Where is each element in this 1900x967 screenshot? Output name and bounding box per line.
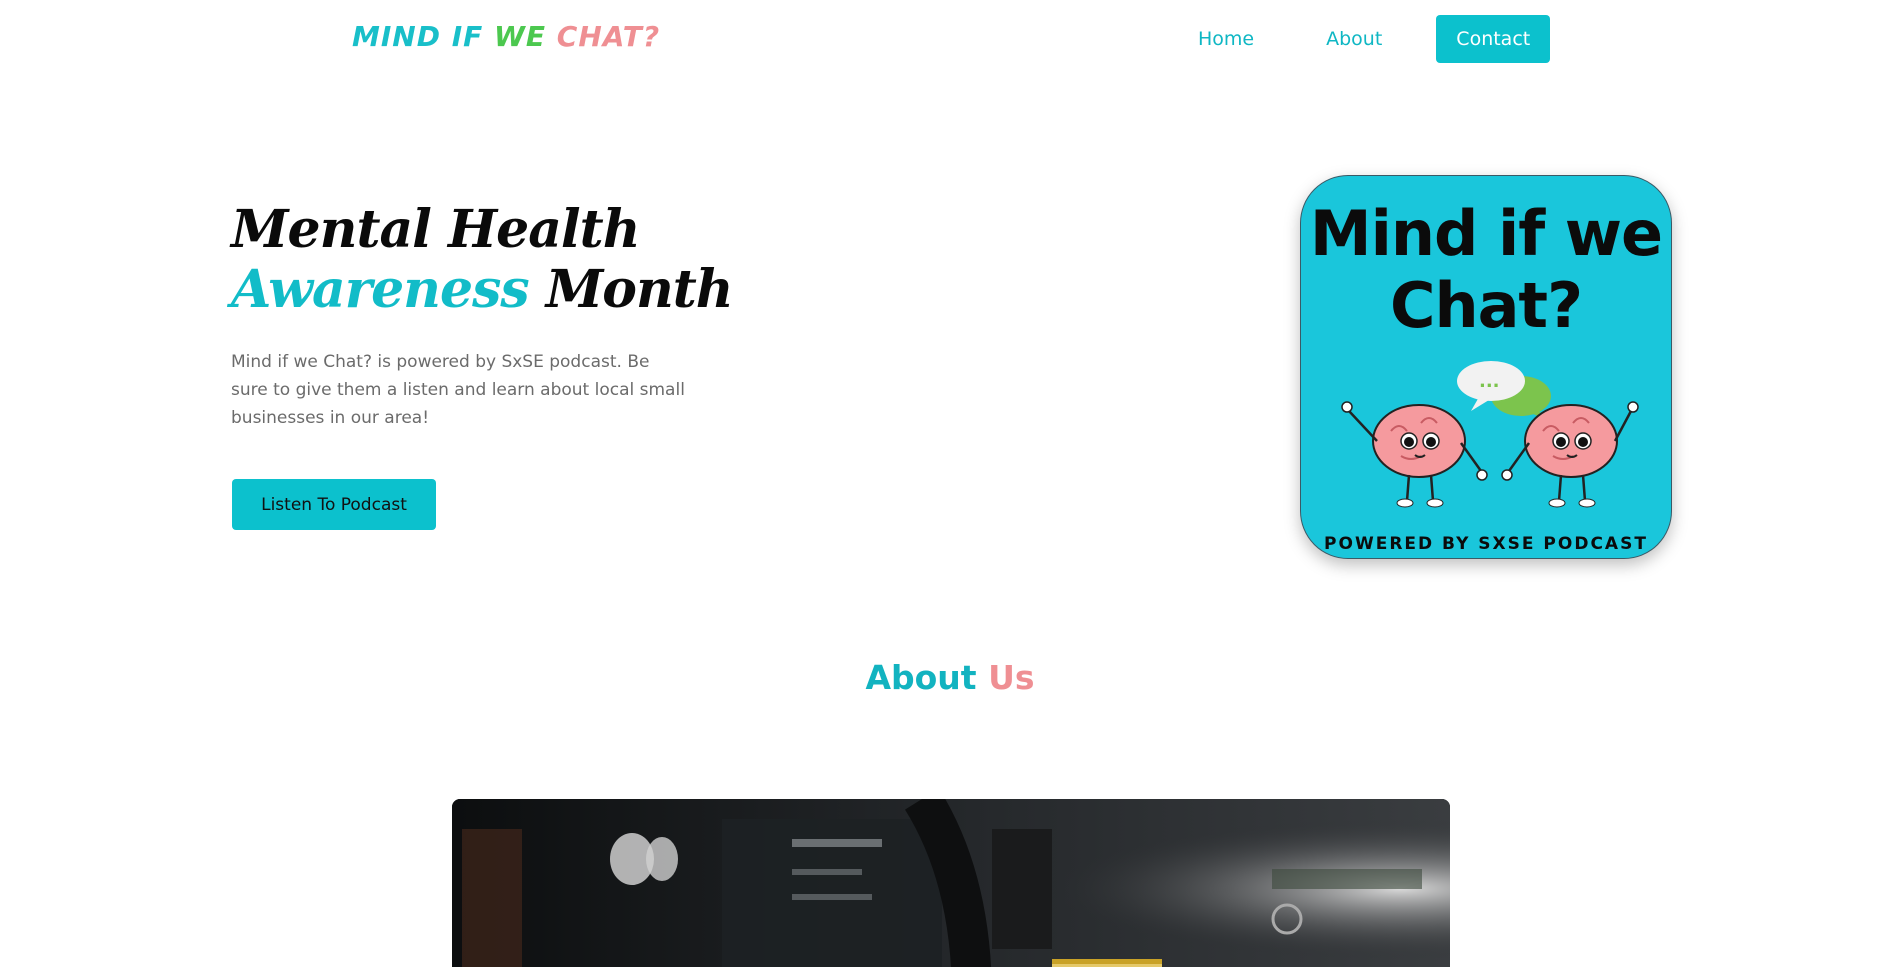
nav-about-link[interactable]: About [1308, 16, 1400, 62]
logo-part-3: CHAT? [556, 20, 661, 53]
hero-description: Mind if we Chat? is powered by SxSE podc… [231, 352, 685, 428]
hero-title-accent: Awareness [231, 259, 530, 320]
site-logo[interactable]: MIND IF WE CHAT? [352, 20, 660, 53]
bubble-text: ... [1479, 371, 1500, 392]
microphone-studio-image [452, 799, 1450, 967]
main-nav: Home About Contact [1180, 15, 1551, 63]
hero-title-line1: Mental Health [231, 199, 641, 260]
logo-part-2: WE [494, 20, 547, 53]
podcast-studio-photo [452, 799, 1450, 967]
listen-podcast-button[interactable]: Listen To Podcast [232, 479, 436, 530]
cover-title: Mind if we Chat? [1309, 197, 1663, 342]
about-heading-part1: About [865, 658, 977, 697]
hero-title-end: Month [545, 259, 734, 320]
about-us-heading: About Us [0, 658, 1900, 697]
podcast-cover-image: Mind if we Chat? ... POWERED BY SXSE POD… [1300, 175, 1672, 559]
about-heading-part2: Us [988, 658, 1035, 697]
logo-part-1: MIND IF [352, 20, 484, 53]
hero-title: Mental Health Awareness Month [231, 199, 734, 320]
nav-home-link[interactable]: Home [1180, 16, 1272, 62]
nav-contact-button[interactable]: Contact [1436, 15, 1551, 63]
cover-footer: POWERED BY SXSE PODCAST [1324, 534, 1648, 554]
brain-characters-illustration: ... [1341, 361, 1639, 508]
